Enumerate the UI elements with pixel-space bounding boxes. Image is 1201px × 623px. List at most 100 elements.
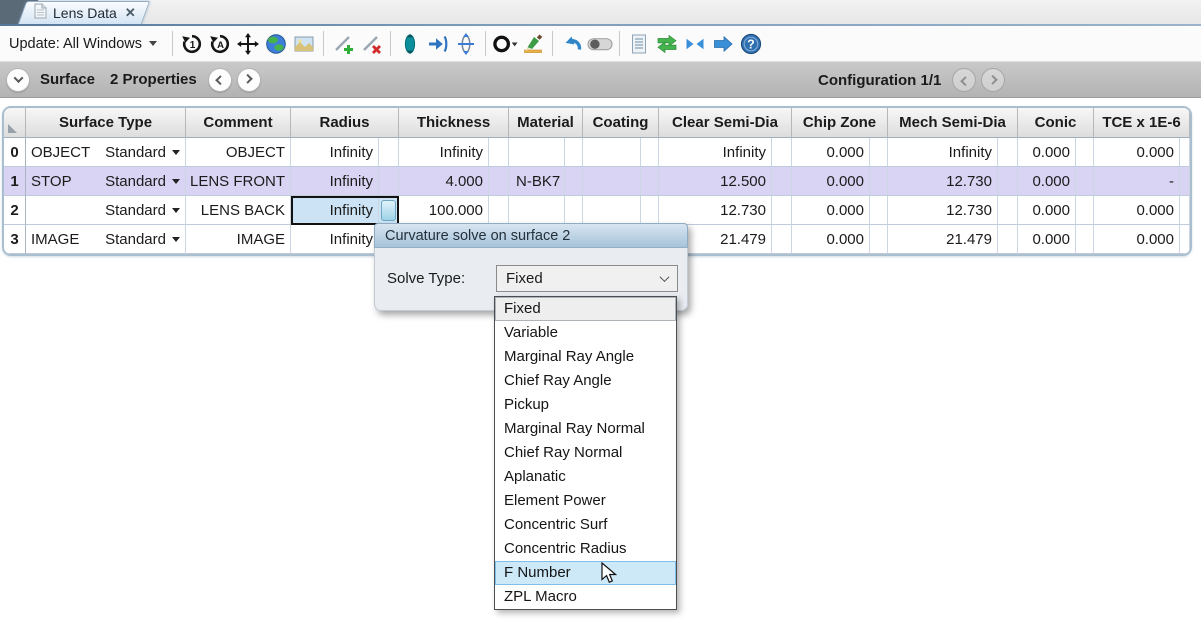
dropdown-option-fixed[interactable]: Fixed xyxy=(495,297,676,321)
thickness-solve-cell[interactable] xyxy=(489,167,509,196)
dropdown-option-marginal-ray-angle[interactable]: Marginal Ray Angle xyxy=(495,345,676,369)
thickness-cell[interactable]: Infinity xyxy=(399,138,489,167)
dropdown-option-concentric-surf[interactable]: Concentric Surf xyxy=(495,513,676,537)
dropdown-option-f-number[interactable]: F Number xyxy=(495,561,676,585)
row-number[interactable]: 0 xyxy=(4,138,26,167)
clear-semi-dia-cell[interactable]: Infinity xyxy=(659,138,772,167)
row-number[interactable]: 1 xyxy=(4,167,26,196)
conic-solve-cell[interactable] xyxy=(1076,225,1094,254)
radius-solve-cell[interactable] xyxy=(379,138,399,167)
next-configuration-button[interactable] xyxy=(981,68,1005,92)
dropdown-option-chief-ray-normal[interactable]: Chief Ray Normal xyxy=(495,441,676,465)
radius-cell[interactable]: Infinity xyxy=(291,196,379,225)
dropdown-option-aplanatic[interactable]: Aplanatic xyxy=(495,465,676,489)
clear-semi-dia-cell[interactable]: 12.500 xyxy=(659,167,772,196)
coating-solve-cell[interactable] xyxy=(641,167,659,196)
chip-zone-solve-cell[interactable] xyxy=(870,167,888,196)
collapse-arrows-icon[interactable] xyxy=(682,31,708,57)
next-surface-button[interactable] xyxy=(237,68,261,92)
solve-type-select[interactable]: Fixed xyxy=(496,265,678,292)
conic-solve-cell[interactable] xyxy=(1076,196,1094,225)
tce-solve-cell[interactable] xyxy=(1180,225,1190,254)
coating-solve-cell[interactable] xyxy=(641,138,659,167)
surface-type-cell[interactable]: STOPStandard xyxy=(26,167,186,196)
tce-solve-cell[interactable] xyxy=(1180,167,1190,196)
tab-close-icon[interactable]: ✕ xyxy=(125,5,136,21)
list-icon[interactable] xyxy=(626,31,652,57)
chip-zone-cell[interactable]: 0.000 xyxy=(792,196,870,225)
radius-cell[interactable]: Infinity xyxy=(291,225,379,254)
surface-type-dropdown[interactable]: Standard xyxy=(105,144,180,161)
tce-solve-cell[interactable] xyxy=(1180,138,1190,167)
prev-configuration-button[interactable] xyxy=(952,68,976,92)
dropdown-option-zpl-macro[interactable]: ZPL Macro xyxy=(495,585,676,609)
tce-cell[interactable]: 0.000 xyxy=(1094,225,1180,254)
coating-cell[interactable] xyxy=(583,138,641,167)
lens-swap-icon[interactable] xyxy=(397,31,423,57)
tce-cell[interactable]: - xyxy=(1094,167,1180,196)
thickness-cell[interactable]: 4.000 xyxy=(399,167,489,196)
aperture-dropdown-icon[interactable] xyxy=(492,31,518,57)
thickness-solve-cell[interactable] xyxy=(489,196,509,225)
surface-type-dropdown[interactable]: Standard xyxy=(105,173,180,190)
mech-semi-dia-solve-cell[interactable] xyxy=(998,138,1018,167)
tce-solve-cell[interactable] xyxy=(1180,196,1190,225)
dropdown-option-marginal-ray-normal[interactable]: Marginal Ray Normal xyxy=(495,417,676,441)
lens-fit-icon[interactable] xyxy=(453,31,479,57)
mech-semi-dia-cell[interactable]: Infinity xyxy=(888,138,998,167)
tce-cell[interactable]: 0.000 xyxy=(1094,196,1180,225)
radius-solve-cell[interactable] xyxy=(379,196,399,225)
coating-cell[interactable] xyxy=(583,196,641,225)
clear-semi-dia-cell[interactable]: 12.730 xyxy=(659,196,772,225)
surface-type-cell[interactable]: Standard xyxy=(26,196,186,225)
conic-cell[interactable]: 0.000 xyxy=(1018,196,1076,225)
chip-zone-cell[interactable]: 0.000 xyxy=(792,167,870,196)
surface-type-dropdown[interactable]: Standard xyxy=(105,202,180,219)
material-solve-cell[interactable] xyxy=(565,167,583,196)
mech-semi-dia-cell[interactable]: 12.730 xyxy=(888,167,998,196)
surface-type-cell[interactable]: IMAGEStandard xyxy=(26,225,186,254)
mech-semi-dia-solve-cell[interactable] xyxy=(998,225,1018,254)
swap-icon[interactable] xyxy=(654,31,680,57)
thickness-cell[interactable]: 100.000 xyxy=(399,196,489,225)
globe-icon[interactable] xyxy=(263,31,289,57)
material-solve-cell[interactable] xyxy=(565,138,583,167)
comment-cell[interactable]: LENS FRONT xyxy=(186,167,291,196)
chip-zone-solve-cell[interactable] xyxy=(870,225,888,254)
radius-cell[interactable]: Infinity xyxy=(291,167,379,196)
row-number[interactable]: 3 xyxy=(4,225,26,254)
conic-cell[interactable]: 0.000 xyxy=(1018,167,1076,196)
conic-cell[interactable]: 0.000 xyxy=(1018,225,1076,254)
dropdown-option-element-power[interactable]: Element Power xyxy=(495,489,676,513)
draw-surface-icon[interactable] xyxy=(520,31,546,57)
update-1-icon[interactable]: 1 xyxy=(179,31,205,57)
comment-cell[interactable]: IMAGE xyxy=(186,225,291,254)
coating-solve-cell[interactable] xyxy=(641,196,659,225)
chip-zone-solve-cell[interactable] xyxy=(870,138,888,167)
clear-semi-dia-solve-cell[interactable] xyxy=(772,225,792,254)
clear-semi-dia-solve-cell[interactable] xyxy=(772,167,792,196)
material-cell[interactable]: N-BK7 xyxy=(509,167,565,196)
pan-icon[interactable] xyxy=(235,31,261,57)
update-dropdown[interactable]: Update: All Windows xyxy=(9,36,167,52)
conic-solve-cell[interactable] xyxy=(1076,138,1094,167)
chip-zone-solve-cell[interactable] xyxy=(870,196,888,225)
comment-cell[interactable]: OBJECT xyxy=(186,138,291,167)
solve-button[interactable] xyxy=(381,200,396,221)
surface-type-dropdown[interactable]: Standard xyxy=(105,231,180,248)
mech-semi-dia-cell[interactable]: 12.730 xyxy=(888,196,998,225)
dropdown-option-concentric-radius[interactable]: Concentric Radius xyxy=(495,537,676,561)
image-icon[interactable] xyxy=(291,31,317,57)
material-cell[interactable] xyxy=(509,196,565,225)
undo-icon[interactable] xyxy=(559,31,585,57)
coating-cell[interactable] xyxy=(583,167,641,196)
insert-surface-icon[interactable] xyxy=(330,31,356,57)
surface-type-cell[interactable]: OBJECTStandard xyxy=(26,138,186,167)
expand-properties-button[interactable] xyxy=(6,68,30,92)
go-arrow-icon[interactable] xyxy=(710,31,736,57)
dropdown-option-variable[interactable]: Variable xyxy=(495,321,676,345)
goto-surface-icon[interactable] xyxy=(425,31,451,57)
dropdown-option-pickup[interactable]: Pickup xyxy=(495,393,676,417)
prev-surface-button[interactable] xyxy=(208,68,232,92)
clear-semi-dia-solve-cell[interactable] xyxy=(772,196,792,225)
